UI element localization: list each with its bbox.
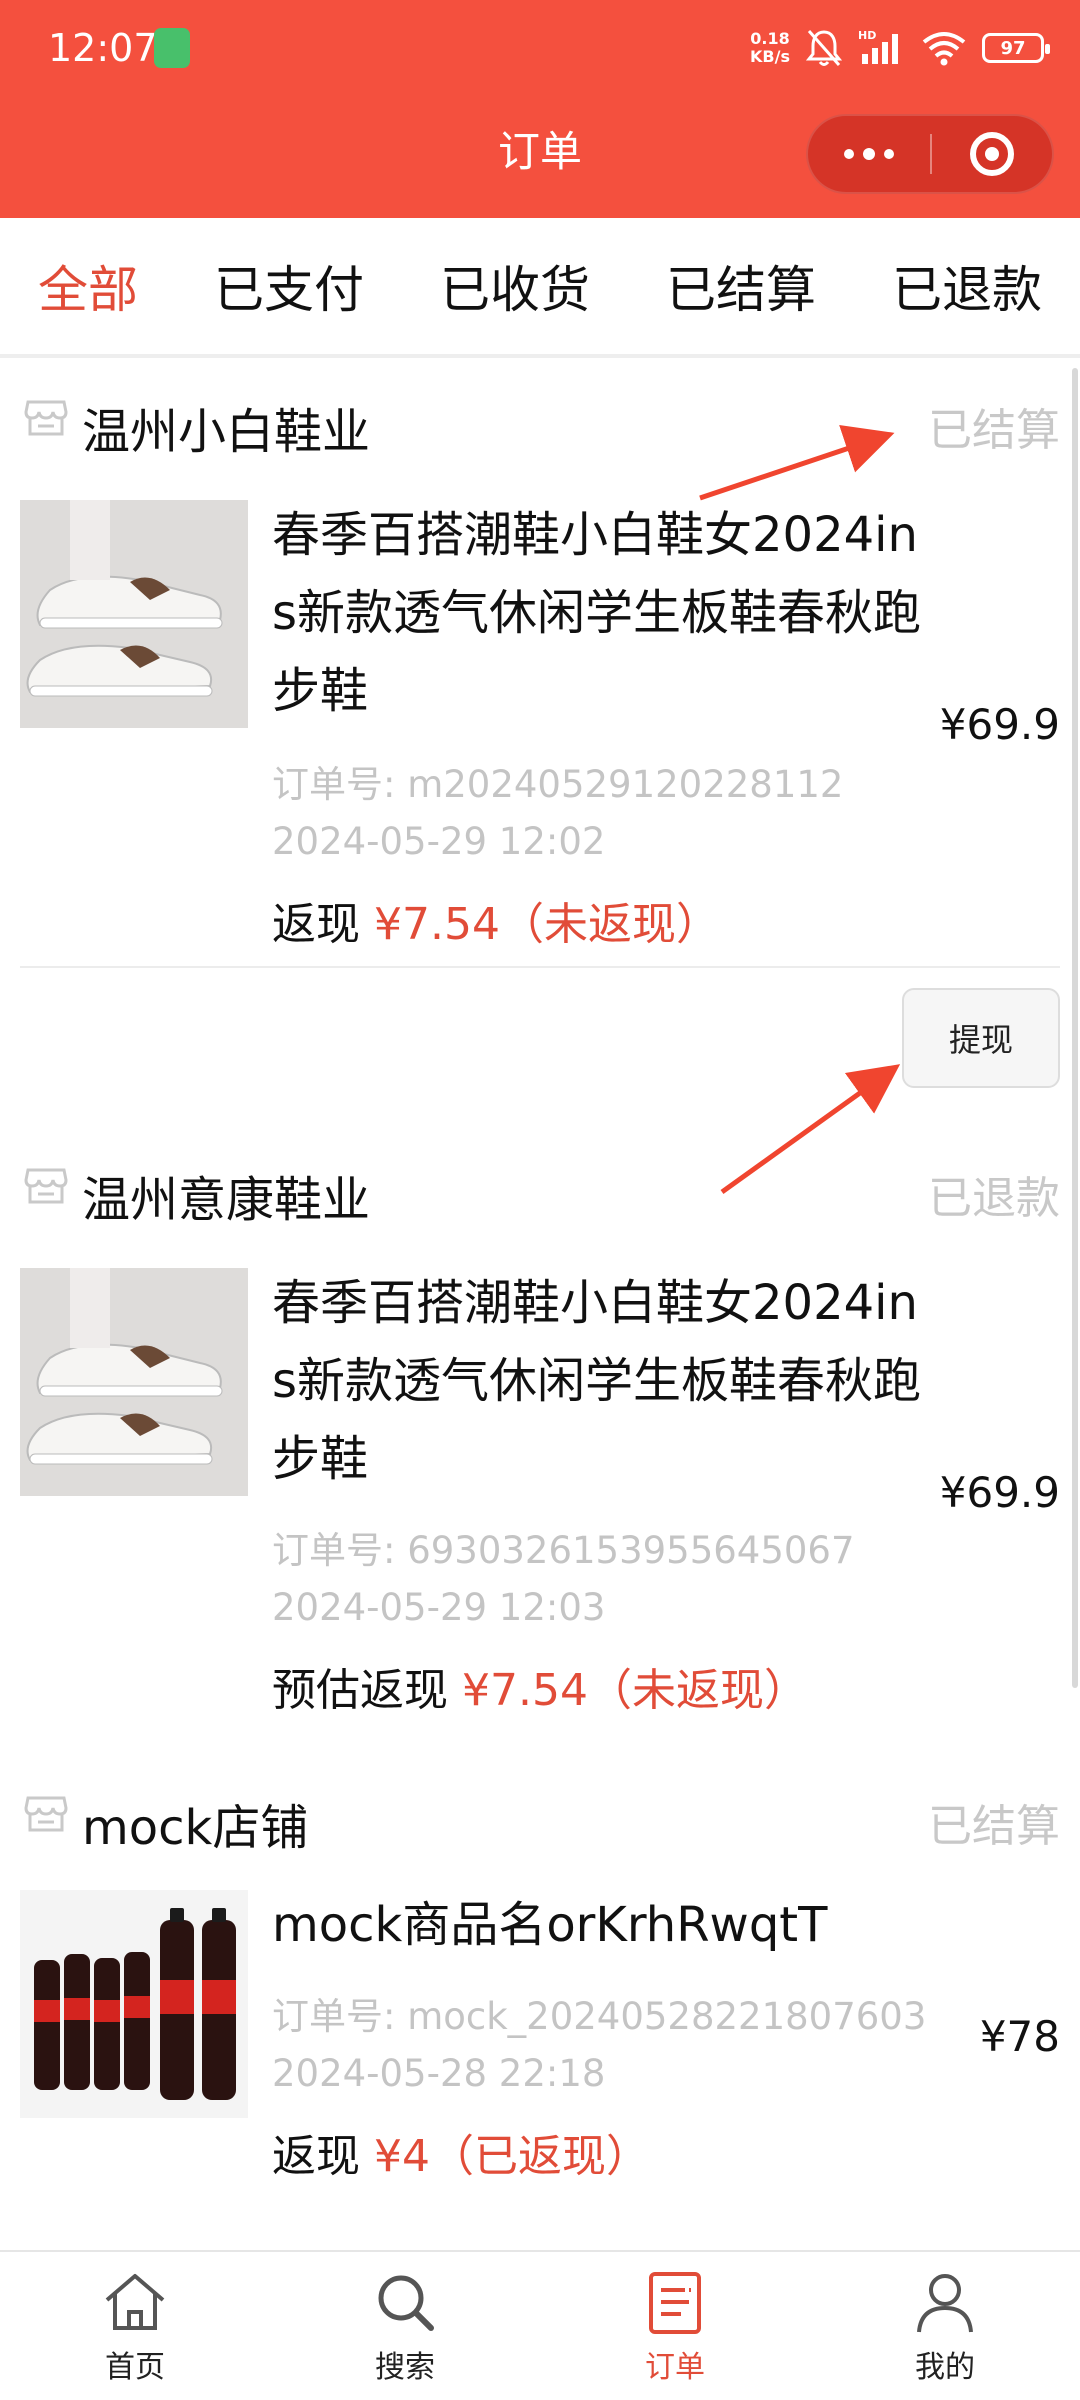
cashback-info: 返现 ¥7.54（未返现） bbox=[272, 888, 720, 952]
product-price: ¥69.9 bbox=[939, 1468, 1060, 1517]
bell-muted-icon bbox=[806, 30, 842, 66]
nav-label: 搜索 bbox=[375, 2350, 435, 2385]
tab-refunded[interactable]: 已退款 bbox=[884, 250, 1050, 322]
tab-received[interactable]: 已收货 bbox=[432, 250, 598, 322]
product-title: 春季百搭潮鞋小白鞋女2024ins新款透气休闲学生板鞋春秋跑步鞋 bbox=[272, 507, 922, 719]
battery-icon: 97 bbox=[982, 33, 1050, 63]
status-indicators: 0.18 KB/s HD 97 bbox=[750, 24, 1050, 72]
order-divider bbox=[20, 966, 1060, 968]
dot-icon bbox=[863, 148, 875, 160]
order-number: 订单号: mock_20240528221807603 bbox=[272, 1995, 927, 2038]
order-card[interactable]: 温州意康鞋业 已退款 春季百搭潮鞋小白鞋女2024ins新款透气休闲学生板鞋春秋… bbox=[0, 1150, 1080, 1716]
tab-paid[interactable]: 已支付 bbox=[206, 250, 372, 322]
product-price: ¥69.9 bbox=[939, 700, 1060, 749]
dot-icon bbox=[844, 149, 854, 159]
shop-name: mock店铺 bbox=[82, 1800, 309, 1856]
product-title: 春季百搭潮鞋小白鞋女2024ins新款透气休闲学生板鞋春秋跑步鞋 bbox=[272, 1275, 922, 1487]
cashback-label: 返现 bbox=[272, 2131, 360, 2182]
app-notification-icon bbox=[154, 28, 190, 68]
order-card[interactable]: mock店铺 已结算 mock商品名orKrhRwqtT ¥78 订单号: mo… bbox=[0, 1778, 1080, 2198]
cashback-info: 返现 ¥4（已返现） bbox=[272, 2120, 650, 2184]
nav-label: 首页 bbox=[105, 2350, 165, 2385]
shop-row: mock店铺 已结算 bbox=[0, 1778, 1080, 1858]
cashback-label: 返现 bbox=[272, 899, 360, 950]
cashback-amount: ¥7.54（未返现） bbox=[374, 899, 720, 950]
order-number: 订单号: m20240529120228112 bbox=[272, 763, 844, 806]
order-time: 2024-05-28 22:18 bbox=[272, 2052, 606, 2095]
tab-all[interactable]: 全部 bbox=[30, 250, 146, 322]
product-image bbox=[20, 1268, 248, 1496]
order-number: 订单号: 6930326153955645067 bbox=[272, 1529, 855, 1572]
shop-row: 温州小白鞋业 已结算 bbox=[0, 382, 1080, 462]
wifi-icon bbox=[922, 32, 966, 66]
more-button[interactable] bbox=[808, 116, 930, 192]
store-icon bbox=[24, 1796, 68, 1832]
search-icon bbox=[378, 2275, 434, 2331]
nav-search[interactable]: 搜索 bbox=[270, 2252, 540, 2400]
order-status: 已结算 bbox=[928, 405, 1060, 456]
bottom-navigation: 首页 搜索 订单 我的 bbox=[0, 2250, 1080, 2400]
target-icon bbox=[969, 132, 1014, 176]
nav-label: 订单 bbox=[645, 2350, 705, 2385]
order-time: 2024-05-29 12:02 bbox=[272, 820, 606, 863]
order-status: 已结算 bbox=[928, 1801, 1060, 1852]
scrollbar[interactable] bbox=[1072, 368, 1078, 1688]
cashback-info: 预估返现 ¥7.54（未返现） bbox=[272, 1654, 808, 1718]
home-icon bbox=[105, 2274, 165, 2330]
cashback-amount: ¥4（已返现） bbox=[374, 2131, 650, 2182]
product-title: mock商品名orKrhRwqtT bbox=[272, 1897, 828, 1953]
mini-program-capsule bbox=[806, 114, 1054, 194]
nav-profile[interactable]: 我的 bbox=[810, 2252, 1080, 2400]
order-status: 已退款 bbox=[928, 1173, 1060, 1224]
nav-orders[interactable]: 订单 bbox=[540, 2252, 810, 2400]
cashback-amount: ¥7.54（未返现） bbox=[462, 1665, 808, 1716]
profile-icon bbox=[917, 2274, 973, 2333]
svg-text:HD: HD bbox=[858, 29, 876, 42]
shop-name: 温州意康鞋业 bbox=[82, 1172, 371, 1228]
shop-name: 温州小白鞋业 bbox=[82, 404, 371, 460]
network-speed-unit: KB/s bbox=[750, 47, 790, 66]
nav-label: 我的 bbox=[915, 2350, 975, 2385]
cashback-label: 预估返现 bbox=[272, 1665, 448, 1716]
signal-icon: HD bbox=[858, 29, 898, 64]
order-card[interactable]: 温州小白鞋业 已结算 春季百搭潮鞋小白鞋女2024ins新款透气休闲学生板鞋春秋… bbox=[0, 382, 1080, 972]
product-image bbox=[20, 1890, 248, 2118]
dot-icon bbox=[884, 149, 894, 159]
status-time: 12:07 bbox=[48, 26, 158, 70]
battery-level: 97 bbox=[1000, 37, 1026, 59]
store-icon bbox=[24, 400, 68, 436]
network-speed-value: 0.18 bbox=[750, 29, 790, 48]
shop-row: 温州意康鞋业 已退款 bbox=[0, 1150, 1080, 1230]
product-image bbox=[20, 500, 248, 728]
order-time: 2024-05-29 12:03 bbox=[272, 1586, 606, 1629]
tab-settled[interactable]: 已结算 bbox=[658, 250, 824, 322]
product-price: ¥78 bbox=[979, 2012, 1060, 2061]
order-tabs: 全部 已支付 已收货 已结算 已退款 bbox=[0, 218, 1080, 358]
network-speed: 0.18 KB/s bbox=[750, 30, 790, 66]
nav-home[interactable]: 首页 bbox=[0, 2252, 270, 2400]
store-icon bbox=[24, 1168, 68, 1204]
withdraw-button[interactable]: 提现 bbox=[902, 988, 1060, 1088]
close-mini-program-button[interactable] bbox=[932, 116, 1052, 192]
order-icon bbox=[649, 2272, 701, 2334]
top-bar: 12:07 0.18 KB/s HD 97 订单 bbox=[0, 0, 1080, 218]
